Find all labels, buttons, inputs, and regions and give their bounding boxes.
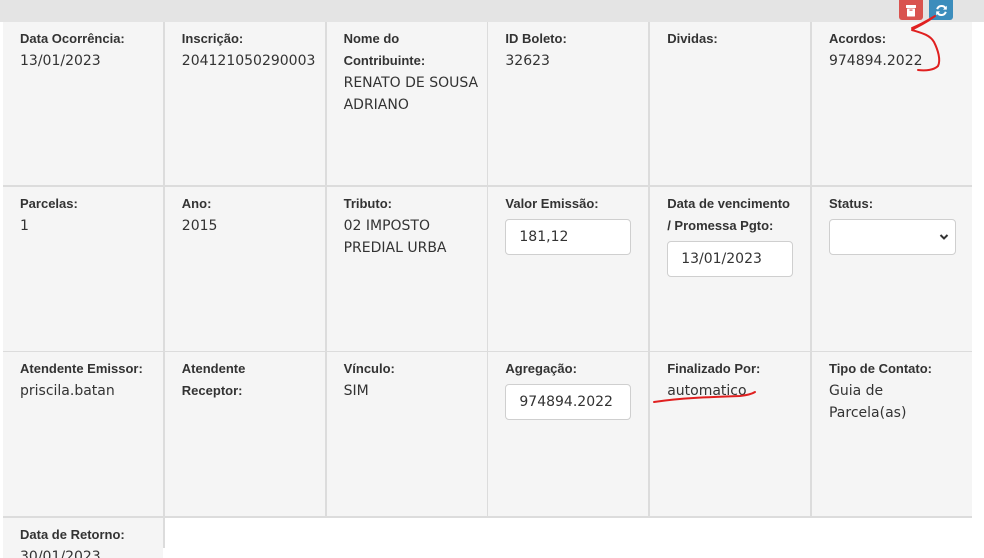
field-finalizado-por: Finalizado Por: automatico: [650, 352, 811, 517]
valor-emissao-input[interactable]: 181,12: [505, 218, 632, 255]
label-atendente-emissor: Atendente Emissor:: [20, 361, 143, 377]
label-valor-emissao: Valor Emissão:: [505, 195, 599, 211]
label-data-retorno: Data de Retorno:: [20, 526, 125, 542]
field-acordos: Acordos: 974894.2022: [811, 22, 972, 185]
field-vinculo: Vínculo: SIM: [326, 352, 487, 517]
value-acordos: 974894.2022: [828, 53, 923, 69]
label-data-vencimento: Data de vencimento / Promessa Pgto:: [667, 195, 791, 233]
label-nome-contribuinte: Nome do Contribuinte:: [343, 31, 426, 68]
value-atendente-emissor: priscila.batan: [20, 383, 115, 400]
field-tributo: Tributo: 02 IMPOSTO PREDIAL URBA: [326, 186, 487, 351]
field-atendente-receptor: Atendente Receptor:: [164, 352, 325, 517]
details-grid: Data Ocorrência: 13/01/2023 Inscrição: 2…: [3, 22, 972, 558]
field-inscricao: Inscrição: 204121050290003: [164, 22, 325, 185]
value-finalizado-por: automatico: [667, 383, 747, 400]
label-acordos: Acordos:: [828, 31, 887, 46]
value-ano: 2015: [181, 217, 218, 234]
field-status: Status:: [811, 186, 972, 351]
label-inscricao: Inscrição:: [181, 31, 244, 46]
field-id-boleto: ID Boleto: 32623: [488, 22, 649, 185]
field-parcelas: Parcelas: 1: [3, 186, 163, 351]
label-tipo-contato: Tipo de Contato:: [828, 361, 933, 377]
status-select[interactable]: [828, 218, 956, 255]
value-tipo-contato: Guia de Parcela(as): [828, 383, 907, 422]
chevron-down-icon: [939, 233, 949, 240]
label-vinculo: Vínculo:: [343, 361, 395, 377]
label-id-boleto: ID Boleto:: [505, 31, 567, 46]
refresh-icon: [935, 4, 947, 16]
field-ano: Ano: 2015: [164, 186, 325, 351]
field-atendente-emissor: Atendente Emissor: priscila.batan: [3, 352, 163, 517]
trash-icon: [906, 4, 916, 16]
field-data-vencimento: Data de vencimento / Promessa Pgto: 13/0…: [650, 186, 811, 351]
refresh-button[interactable]: [929, 0, 953, 20]
value-data-ocorrencia: 13/01/2023: [20, 53, 101, 69]
empty-area: [164, 517, 972, 558]
value-id-boleto: 32623: [505, 53, 550, 69]
label-parcelas: Parcelas:: [20, 195, 78, 211]
field-data-ocorrencia: Data Ocorrência: 13/01/2023: [3, 22, 163, 185]
label-ano: Ano:: [181, 195, 212, 211]
agregacao-input[interactable]: 974894.2022: [505, 384, 632, 421]
label-finalizado-por: Finalizado Por:: [667, 361, 761, 377]
field-valor-emissao: Valor Emissão: 181,12: [488, 186, 649, 351]
label-tributo: Tributo:: [343, 195, 392, 211]
value-vinculo: SIM: [343, 383, 369, 400]
field-nome-contribuinte: Nome do Contribuinte: RENATO DE SOUSA AD…: [326, 22, 487, 185]
value-nome-contribuinte: RENATO DE SOUSA ADRIANO: [343, 75, 479, 113]
field-tipo-contato: Tipo de Contato: Guia de Parcela(as): [811, 352, 972, 517]
label-dividas: Dividas:: [667, 31, 718, 46]
field-agregacao: Agregação: 974894.2022: [488, 352, 649, 517]
field-data-retorno: Data de Retorno: 30/01/2023: [3, 517, 163, 558]
value-inscricao: 204121050290003: [181, 53, 316, 69]
label-atendente-receptor: Atendente Receptor:: [181, 361, 246, 399]
label-agregacao: Agregação:: [505, 361, 577, 377]
top-toolbar: [0, 0, 984, 22]
delete-button[interactable]: [899, 0, 923, 20]
label-data-ocorrencia: Data Ocorrência:: [20, 31, 125, 46]
value-tributo: 02 IMPOSTO PREDIAL URBA: [343, 217, 447, 256]
data-vencimento-input[interactable]: 13/01/2023: [667, 240, 794, 277]
value-parcelas: 1: [20, 217, 29, 234]
field-dividas: Dividas:: [650, 22, 811, 185]
label-status: Status:: [828, 195, 874, 211]
